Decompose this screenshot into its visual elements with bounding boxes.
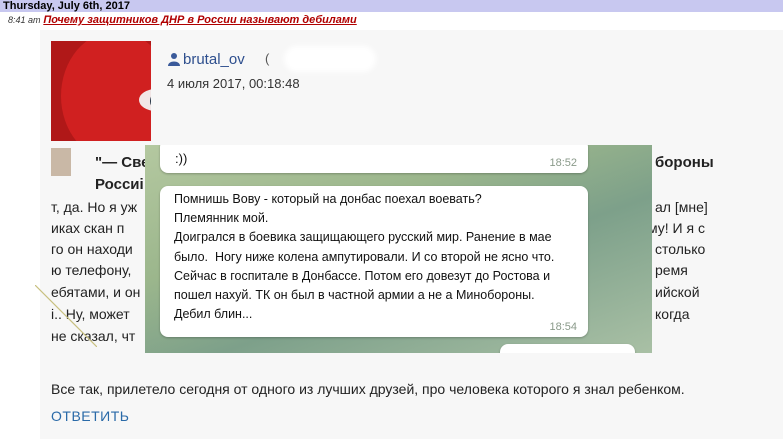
chat-screenshot: :)) 18:52 Помнишь Вову - который на донб… <box>145 145 652 353</box>
quote-title-line2: Россиі <box>95 176 144 193</box>
chat-message-time: 18:54 <box>549 321 577 333</box>
bg-text-right: му! И я с <box>648 220 705 236</box>
chat-message-text: :)) <box>175 151 188 166</box>
chat-message-time: 18:52 <box>549 157 577 169</box>
chat-message-text: Помнишь Вову - который на донбас поехал … <box>174 192 555 322</box>
quote-thumbnail <box>51 148 71 176</box>
decorative-line <box>35 285 97 347</box>
post-title-link[interactable]: Почему защитников ДНР в России называют … <box>43 14 356 26</box>
bg-text-right: ийской <box>655 284 700 300</box>
bg-text-right: ал [мне] <box>655 199 708 215</box>
bg-text-left: го он находи <box>51 241 133 257</box>
chat-message: Помнишь Вову - который на донбас поехал … <box>160 186 588 337</box>
chat-message-partial <box>500 344 635 353</box>
comment-text: Все так, прилетело сегодня от одного из … <box>51 381 685 397</box>
quote-title-part1: "— Све <box>95 154 150 171</box>
post-date: 4 июля 2017, 00:18:48 <box>167 76 300 91</box>
quote-title-part2: бороны <box>655 154 714 171</box>
chat-message: :)) 18:52 <box>160 145 588 173</box>
reply-button[interactable]: ОТВЕТИТЬ <box>51 408 129 424</box>
avatar <box>51 41 151 141</box>
bg-text-right: когда <box>655 306 690 322</box>
bg-text-left: т, да. Но я уж <box>51 199 138 215</box>
date-header: Thursday, July 6th, 2017 <box>0 0 783 12</box>
bg-text-right: ремя <box>655 262 688 278</box>
post-time: 8:41 am <box>8 15 41 25</box>
post-line: 8:41 am Почему защитников ДНР в России н… <box>8 14 357 26</box>
user-handle: ( <box>265 51 270 66</box>
user-icon <box>168 53 180 66</box>
redacted-blur <box>288 50 372 68</box>
username-link[interactable]: brutal_ov <box>183 51 245 68</box>
bg-text-left: иках скан п <box>51 220 125 236</box>
bg-text-left: ю телефону, <box>51 262 132 278</box>
bg-text-right: столько <box>655 241 706 257</box>
